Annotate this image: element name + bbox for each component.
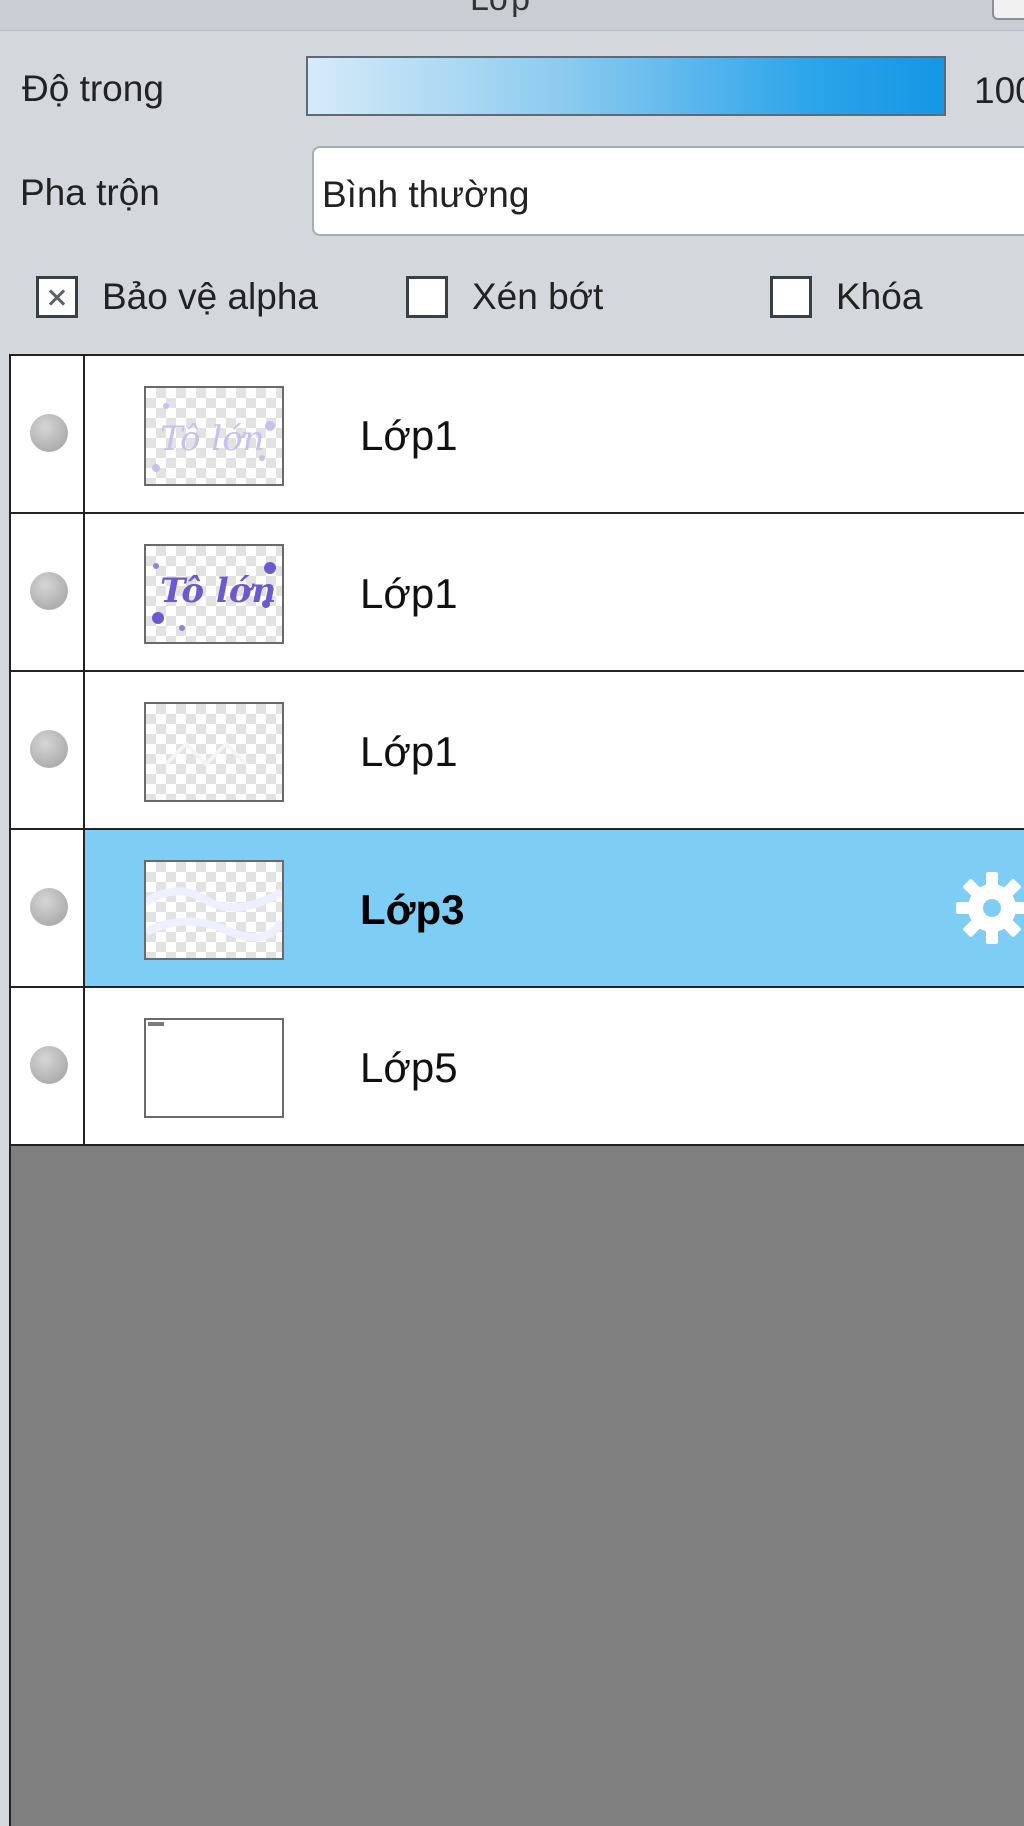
visibility-toggle-icon[interactable]	[30, 414, 68, 452]
layer-name: Lớp1	[360, 412, 458, 459]
layer-name: Lớp1	[360, 728, 458, 775]
layer-list[interactable]: Tô lớn Lớp1 Tô lớn Lớp1 Lớp1 Lớp3 Lớp5	[9, 354, 1024, 1826]
layer-thumbnail: Tô lớn	[144, 544, 284, 644]
visibility-cell[interactable]	[11, 672, 85, 828]
protect-alpha-checkbox[interactable]	[36, 276, 78, 318]
lock-option[interactable]: Khóa	[770, 276, 922, 318]
layer-row[interactable]: Lớp5	[11, 988, 1024, 1146]
visibility-toggle-icon[interactable]	[30, 730, 68, 768]
visibility-cell[interactable]	[11, 514, 85, 670]
lock-checkbox[interactable]	[770, 276, 812, 318]
layers-panel: Lớp Độ trong 100 Pha trộn Bình thường Bả…	[0, 0, 1024, 1826]
layer-thumbnail	[144, 702, 284, 802]
layer-row-selected[interactable]: Lớp3	[11, 830, 1024, 988]
panel-title: Lớp	[0, 0, 1000, 19]
svg-text:Tô lớn: Tô lớn	[160, 571, 276, 611]
visibility-toggle-icon[interactable]	[30, 888, 68, 926]
svg-text:Tô lớn: Tô lớn	[160, 419, 265, 459]
visibility-cell[interactable]	[11, 830, 85, 986]
blend-mode-value: Bình thường	[322, 174, 530, 215]
layer-thumbnail	[144, 860, 284, 960]
visibility-toggle-icon[interactable]	[30, 572, 68, 610]
panel-dock-button[interactable]	[992, 0, 1024, 20]
opacity-slider[interactable]	[306, 56, 946, 116]
blend-mode-select[interactable]: Bình thường	[312, 146, 1024, 236]
protect-alpha-option[interactable]: Bảo vệ alpha	[36, 276, 318, 318]
blend-mode-label: Pha trộn	[20, 172, 160, 213]
layer-row[interactable]: Tô lớn Lớp1	[11, 356, 1024, 514]
protect-alpha-label: Bảo vệ alpha	[102, 276, 319, 317]
opacity-label: Độ trong	[22, 68, 164, 109]
layer-name: Lớp5	[360, 1044, 458, 1091]
lock-label: Khóa	[836, 276, 923, 317]
visibility-toggle-icon[interactable]	[30, 1046, 68, 1084]
layer-name: Lớp1	[360, 570, 458, 617]
layer-row[interactable]: Lớp1	[11, 672, 1024, 830]
layer-row[interactable]: Tô lớn Lớp1	[11, 514, 1024, 672]
clipping-label: Xén bớt	[472, 276, 604, 317]
gear-icon[interactable]	[952, 868, 1024, 948]
layer-name: Lớp3	[360, 886, 465, 933]
layer-thumbnail: Tô lớn	[144, 386, 284, 486]
visibility-cell[interactable]	[11, 988, 85, 1144]
clipping-checkbox[interactable]	[406, 276, 448, 318]
layer-thumbnail	[144, 1018, 284, 1118]
visibility-cell[interactable]	[11, 356, 85, 512]
panel-titlebar: Lớp	[0, 0, 1024, 31]
opacity-value: 100	[974, 70, 1024, 111]
clipping-option[interactable]: Xén bớt	[406, 276, 603, 318]
